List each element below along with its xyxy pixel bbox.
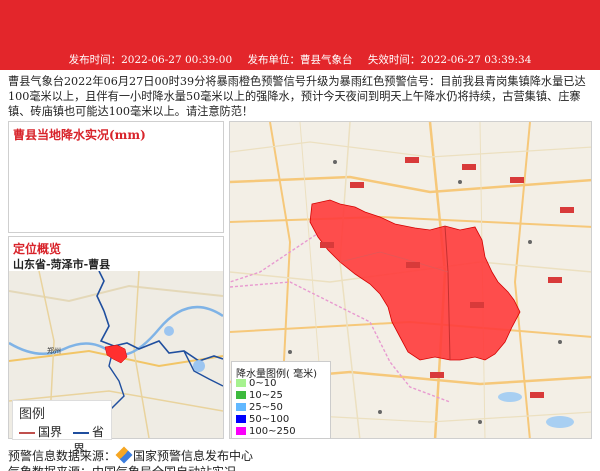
top-banner	[0, 0, 600, 50]
swatch-0-10	[236, 379, 246, 387]
expire-time: 失效时间：2022-06-27 03:39:34	[367, 54, 532, 66]
data-source-line: 预警信息数据来源： 国家预警信息发布中心	[8, 446, 253, 464]
legend-item-100-250: 100~250	[236, 426, 296, 437]
location-panel-title: 定位概览	[13, 242, 62, 256]
source-label: 预警信息数据来源：	[8, 449, 117, 463]
swatch-10-25	[236, 391, 246, 399]
swatch-50-100	[236, 415, 246, 423]
legend-item-national-border: 国界	[19, 423, 62, 440]
rainfall-legend: 降水量图例( 毫米) 0~10 10~25 25~50 50~100 100~2…	[231, 361, 331, 439]
legend-item-0-10: 0~10	[236, 378, 276, 389]
legend-item-50-100: 50~100	[236, 414, 289, 425]
publisher: 发布单位：曹县气象台	[247, 54, 353, 66]
location-path: 山东省-菏泽市-曹县	[13, 258, 111, 271]
province-border-swatch	[73, 431, 89, 434]
swatch-25-50	[236, 403, 246, 411]
rainfall-panel-title: 曹县当地降水实况(mm)	[13, 128, 146, 142]
publish-time: 发布时间：2022-06-27 00:39:00	[68, 54, 233, 66]
warning-description: 曹县气象台2022年06月27日00时39分将暴雨橙色预警信号升级为暴雨红色预警…	[8, 75, 586, 118]
weather-source-line: 气象数据来源：中国气象局全国自动站实况	[8, 463, 236, 471]
legend-item-10-25: 10~25	[236, 390, 283, 401]
source-name-link[interactable]: 国家预警信息发布中心	[133, 449, 253, 463]
national-border-swatch	[19, 431, 35, 434]
minimap-city-label: 郑州	[47, 347, 61, 355]
swatch-100-250	[236, 427, 246, 435]
legend-item-25-50: 25~50	[236, 402, 283, 413]
minimap-legend-title: 图例	[19, 407, 46, 422]
warning-center-logo-icon	[115, 446, 133, 464]
minimap-legend: 图例 国界 省界	[12, 400, 112, 456]
warning-meta-bar: 发布时间：2022-06-27 00:39:00 发布单位：曹县气象台 失效时间…	[0, 50, 600, 70]
rainfall-panel: 曹县当地降水实况(mm)	[8, 121, 224, 233]
